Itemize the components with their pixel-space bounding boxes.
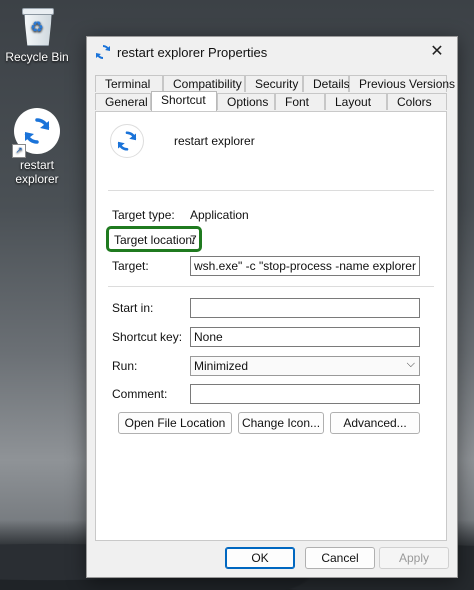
run-select-value: Minimized xyxy=(194,359,249,373)
advanced-button[interactable]: Advanced... xyxy=(330,412,420,434)
desktop-icon-restart-explorer[interactable]: ↗ restart explorer xyxy=(1,108,73,186)
start-in-label: Start in: xyxy=(112,301,154,315)
comment-label: Comment: xyxy=(112,387,168,401)
divider xyxy=(108,190,434,191)
shortcut-key-input[interactable]: None xyxy=(190,327,420,347)
divider xyxy=(108,286,434,287)
start-in-input[interactable] xyxy=(190,298,420,318)
tab-security[interactable]: Security xyxy=(245,75,303,92)
tab-row-2: General Shortcut Options Font Layout Col… xyxy=(95,91,447,111)
open-file-location-button[interactable]: Open File Location xyxy=(118,412,232,434)
title-bar[interactable]: restart explorer Properties ✕ xyxy=(87,37,457,67)
tab-shortcut[interactable]: Shortcut xyxy=(151,91,217,111)
target-type-value: Application xyxy=(190,208,249,222)
shortcut-refresh-icon xyxy=(110,124,144,158)
properties-dialog: restart explorer Properties ✕ Terminal C… xyxy=(86,36,458,578)
target-label: Target: xyxy=(112,259,149,273)
tab-colors[interactable]: Colors xyxy=(387,93,447,110)
tab-previous-versions[interactable]: Previous Versions xyxy=(349,75,455,92)
desktop-icon-label: restart explorer xyxy=(15,158,59,186)
tab-details[interactable]: Details xyxy=(303,75,350,92)
close-button[interactable]: ✕ xyxy=(417,37,457,67)
target-location-label: Target location: xyxy=(114,233,196,247)
shortcut-tab-panel: restart explorer Target type: Applicatio… xyxy=(95,111,447,541)
run-label: Run: xyxy=(112,359,138,373)
change-icon-button[interactable]: Change Icon... xyxy=(238,412,324,434)
desktop-icon-label: Recycle Bin xyxy=(5,50,69,64)
shortcut-name: restart explorer xyxy=(174,134,255,148)
run-select[interactable]: Minimized ⌵ xyxy=(190,356,420,376)
shortcut-key-label: Shortcut key: xyxy=(112,330,183,344)
tab-layout[interactable]: Layout xyxy=(325,93,387,110)
close-icon: ✕ xyxy=(430,43,444,60)
tab-terminal[interactable]: Terminal xyxy=(95,75,163,92)
desktop-icon-recycle-bin[interactable]: ♻ Recycle Bin xyxy=(1,8,73,64)
target-input[interactable]: wsh.exe" -c "stop-process -name explorer… xyxy=(190,256,420,276)
refresh-icon xyxy=(96,45,110,59)
refresh-shortcut-icon: ↗ xyxy=(12,108,60,158)
comment-input[interactable] xyxy=(190,384,420,404)
target-type-label: Target type: xyxy=(112,208,175,222)
ok-button[interactable]: OK xyxy=(225,547,295,569)
tab-general[interactable]: General xyxy=(95,93,151,110)
tab-row-1: Terminal Compatibility Security Details … xyxy=(95,75,455,93)
target-location-value: 7 xyxy=(190,233,197,247)
tab-compatibility[interactable]: Compatibility xyxy=(163,75,245,92)
chevron-down-icon: ⌵ xyxy=(406,358,415,370)
recycle-bin-icon: ♻ xyxy=(20,8,54,46)
shortcut-arrow-icon: ↗ xyxy=(12,144,26,158)
dialog-title: restart explorer Properties xyxy=(117,45,268,60)
cancel-button[interactable]: Cancel xyxy=(305,547,375,569)
tab-font[interactable]: Font xyxy=(275,93,325,110)
tab-options[interactable]: Options xyxy=(217,93,275,110)
apply-button[interactable]: Apply xyxy=(379,547,449,569)
